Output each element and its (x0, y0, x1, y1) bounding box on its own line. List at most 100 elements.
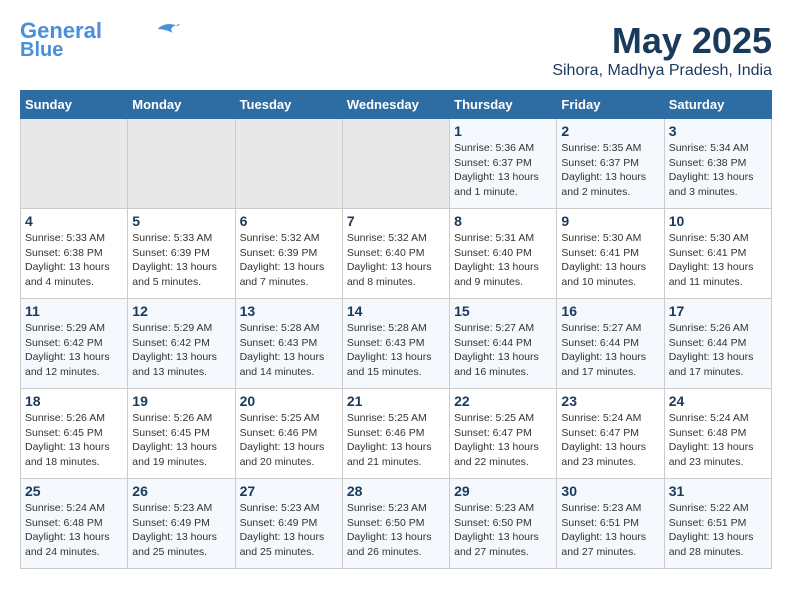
day-number: 16 (561, 303, 659, 319)
calendar-day-cell (235, 119, 342, 209)
calendar-day-cell: 6 Sunrise: 5:32 AM Sunset: 6:39 PM Daylig… (235, 209, 342, 299)
day-number: 28 (347, 483, 445, 499)
calendar-day-cell: 30 Sunrise: 5:23 AM Sunset: 6:51 PM Dayli… (557, 479, 664, 569)
day-info: Sunrise: 5:26 AM Sunset: 6:44 PM Dayligh… (669, 321, 767, 380)
day-number: 20 (240, 393, 338, 409)
calendar-day-cell (21, 119, 128, 209)
logo: General Blue (20, 20, 180, 60)
weekday-header: Thursday (450, 91, 557, 119)
day-number: 19 (132, 393, 230, 409)
calendar-table: SundayMondayTuesdayWednesdayThursdayFrid… (20, 90, 772, 569)
calendar-day-cell (128, 119, 235, 209)
day-number: 23 (561, 393, 659, 409)
calendar-week-row: 25 Sunrise: 5:24 AM Sunset: 6:48 PM Dayli… (21, 479, 772, 569)
day-number: 5 (132, 213, 230, 229)
weekday-header: Wednesday (342, 91, 449, 119)
calendar-day-cell: 9 Sunrise: 5:30 AM Sunset: 6:41 PM Daylig… (557, 209, 664, 299)
day-info: Sunrise: 5:29 AM Sunset: 6:42 PM Dayligh… (25, 321, 123, 380)
day-number: 31 (669, 483, 767, 499)
calendar-day-cell: 5 Sunrise: 5:33 AM Sunset: 6:39 PM Daylig… (128, 209, 235, 299)
calendar-day-cell: 28Sunrise: 5:23 AM Sunset: 6:50 PM Dayli… (342, 479, 449, 569)
calendar-day-cell: 29Sunrise: 5:23 AM Sunset: 6:50 PM Dayli… (450, 479, 557, 569)
weekday-header: Saturday (664, 91, 771, 119)
month-title: May 2025 (552, 20, 772, 62)
day-number: 13 (240, 303, 338, 319)
day-number: 8 (454, 213, 552, 229)
calendar-day-cell: 3 Sunrise: 5:34 AM Sunset: 6:38 PM Daylig… (664, 119, 771, 209)
calendar-day-cell: 15 Sunrise: 5:27 AM Sunset: 6:44 PM Dayli… (450, 299, 557, 389)
calendar-day-cell: 20Sunrise: 5:25 AM Sunset: 6:46 PM Dayli… (235, 389, 342, 479)
logo-blue-text: Blue (20, 40, 63, 60)
day-number: 21 (347, 393, 445, 409)
calendar-day-cell: 7Sunrise: 5:32 AM Sunset: 6:40 PM Daylig… (342, 209, 449, 299)
calendar-day-cell: 19Sunrise: 5:26 AM Sunset: 6:45 PM Dayli… (128, 389, 235, 479)
day-number: 29 (454, 483, 552, 499)
day-info: Sunrise: 5:34 AM Sunset: 6:38 PM Dayligh… (669, 141, 767, 200)
day-number: 17 (669, 303, 767, 319)
calendar-day-cell: 22Sunrise: 5:25 AM Sunset: 6:47 PM Dayli… (450, 389, 557, 479)
day-number: 30 (561, 483, 659, 499)
day-number: 1 (454, 123, 552, 139)
day-number: 6 (240, 213, 338, 229)
day-info: Sunrise: 5:24 AM Sunset: 6:48 PM Dayligh… (669, 411, 767, 470)
calendar-day-cell: 8 Sunrise: 5:31 AM Sunset: 6:40 PM Daylig… (450, 209, 557, 299)
calendar-day-cell: 1 Sunrise: 5:36 AM Sunset: 6:37 PM Daylig… (450, 119, 557, 209)
weekday-header: Sunday (21, 91, 128, 119)
day-info: Sunrise: 5:30 AM Sunset: 6:41 PM Dayligh… (669, 231, 767, 290)
day-info: Sunrise: 5:28 AM Sunset: 6:43 PM Dayligh… (240, 321, 338, 380)
day-number: 7 (347, 213, 445, 229)
day-info: Sunrise: 5:33 AM Sunset: 6:39 PM Dayligh… (132, 231, 230, 290)
day-number: 14 (347, 303, 445, 319)
day-info: Sunrise: 5:23 AM Sunset: 6:49 PM Dayligh… (240, 501, 338, 560)
day-info: Sunrise: 5:31 AM Sunset: 6:40 PM Dayligh… (454, 231, 552, 290)
calendar-week-row: 11 Sunrise: 5:29 AM Sunset: 6:42 PM Dayli… (21, 299, 772, 389)
calendar-day-cell: 26 Sunrise: 5:23 AM Sunset: 6:49 PM Dayli… (128, 479, 235, 569)
location-text: Sihora, Madhya Pradesh, India (552, 62, 772, 80)
weekday-header: Monday (128, 91, 235, 119)
day-info: Sunrise: 5:36 AM Sunset: 6:37 PM Dayligh… (454, 141, 552, 200)
day-number: 4 (25, 213, 123, 229)
calendar-day-cell: 2Sunrise: 5:35 AM Sunset: 6:37 PM Daylig… (557, 119, 664, 209)
day-info: Sunrise: 5:27 AM Sunset: 6:44 PM Dayligh… (454, 321, 552, 380)
calendar-day-cell: 23Sunrise: 5:24 AM Sunset: 6:47 PM Dayli… (557, 389, 664, 479)
day-info: Sunrise: 5:35 AM Sunset: 6:37 PM Dayligh… (561, 141, 659, 200)
day-info: Sunrise: 5:25 AM Sunset: 6:46 PM Dayligh… (347, 411, 445, 470)
day-info: Sunrise: 5:33 AM Sunset: 6:38 PM Dayligh… (25, 231, 123, 290)
day-info: Sunrise: 5:22 AM Sunset: 6:51 PM Dayligh… (669, 501, 767, 560)
day-number: 22 (454, 393, 552, 409)
day-number: 15 (454, 303, 552, 319)
day-number: 24 (669, 393, 767, 409)
calendar-day-cell: 18Sunrise: 5:26 AM Sunset: 6:45 PM Dayli… (21, 389, 128, 479)
calendar-day-cell: 10Sunrise: 5:30 AM Sunset: 6:41 PM Dayli… (664, 209, 771, 299)
day-number: 18 (25, 393, 123, 409)
day-info: Sunrise: 5:23 AM Sunset: 6:49 PM Dayligh… (132, 501, 230, 560)
day-number: 26 (132, 483, 230, 499)
day-info: Sunrise: 5:23 AM Sunset: 6:51 PM Dayligh… (561, 501, 659, 560)
day-info: Sunrise: 5:30 AM Sunset: 6:41 PM Dayligh… (561, 231, 659, 290)
page-header: General Blue May 2025 Sihora, Madhya Pra… (20, 20, 772, 80)
day-info: Sunrise: 5:24 AM Sunset: 6:48 PM Dayligh… (25, 501, 123, 560)
title-block: May 2025 Sihora, Madhya Pradesh, India (552, 20, 772, 80)
header-row: SundayMondayTuesdayWednesdayThursdayFrid… (21, 91, 772, 119)
logo-bird-icon (150, 20, 180, 38)
calendar-week-row: 1 Sunrise: 5:36 AM Sunset: 6:37 PM Daylig… (21, 119, 772, 209)
day-number: 11 (25, 303, 123, 319)
calendar-day-cell (342, 119, 449, 209)
calendar-day-cell: 24 Sunrise: 5:24 AM Sunset: 6:48 PM Dayli… (664, 389, 771, 479)
day-number: 25 (25, 483, 123, 499)
calendar-week-row: 18Sunrise: 5:26 AM Sunset: 6:45 PM Dayli… (21, 389, 772, 479)
calendar-day-cell: 31 Sunrise: 5:22 AM Sunset: 6:51 PM Dayli… (664, 479, 771, 569)
calendar-day-cell: 25 Sunrise: 5:24 AM Sunset: 6:48 PM Dayli… (21, 479, 128, 569)
day-info: Sunrise: 5:28 AM Sunset: 6:43 PM Dayligh… (347, 321, 445, 380)
calendar-day-cell: 12 Sunrise: 5:29 AM Sunset: 6:42 PM Dayli… (128, 299, 235, 389)
day-info: Sunrise: 5:29 AM Sunset: 6:42 PM Dayligh… (132, 321, 230, 380)
day-number: 9 (561, 213, 659, 229)
day-info: Sunrise: 5:32 AM Sunset: 6:39 PM Dayligh… (240, 231, 338, 290)
day-info: Sunrise: 5:27 AM Sunset: 6:44 PM Dayligh… (561, 321, 659, 380)
day-number: 3 (669, 123, 767, 139)
calendar-day-cell: 11 Sunrise: 5:29 AM Sunset: 6:42 PM Dayli… (21, 299, 128, 389)
weekday-header: Tuesday (235, 91, 342, 119)
day-number: 12 (132, 303, 230, 319)
calendar-day-cell: 17 Sunrise: 5:26 AM Sunset: 6:44 PM Dayli… (664, 299, 771, 389)
calendar-day-cell: 14 Sunrise: 5:28 AM Sunset: 6:43 PM Dayli… (342, 299, 449, 389)
